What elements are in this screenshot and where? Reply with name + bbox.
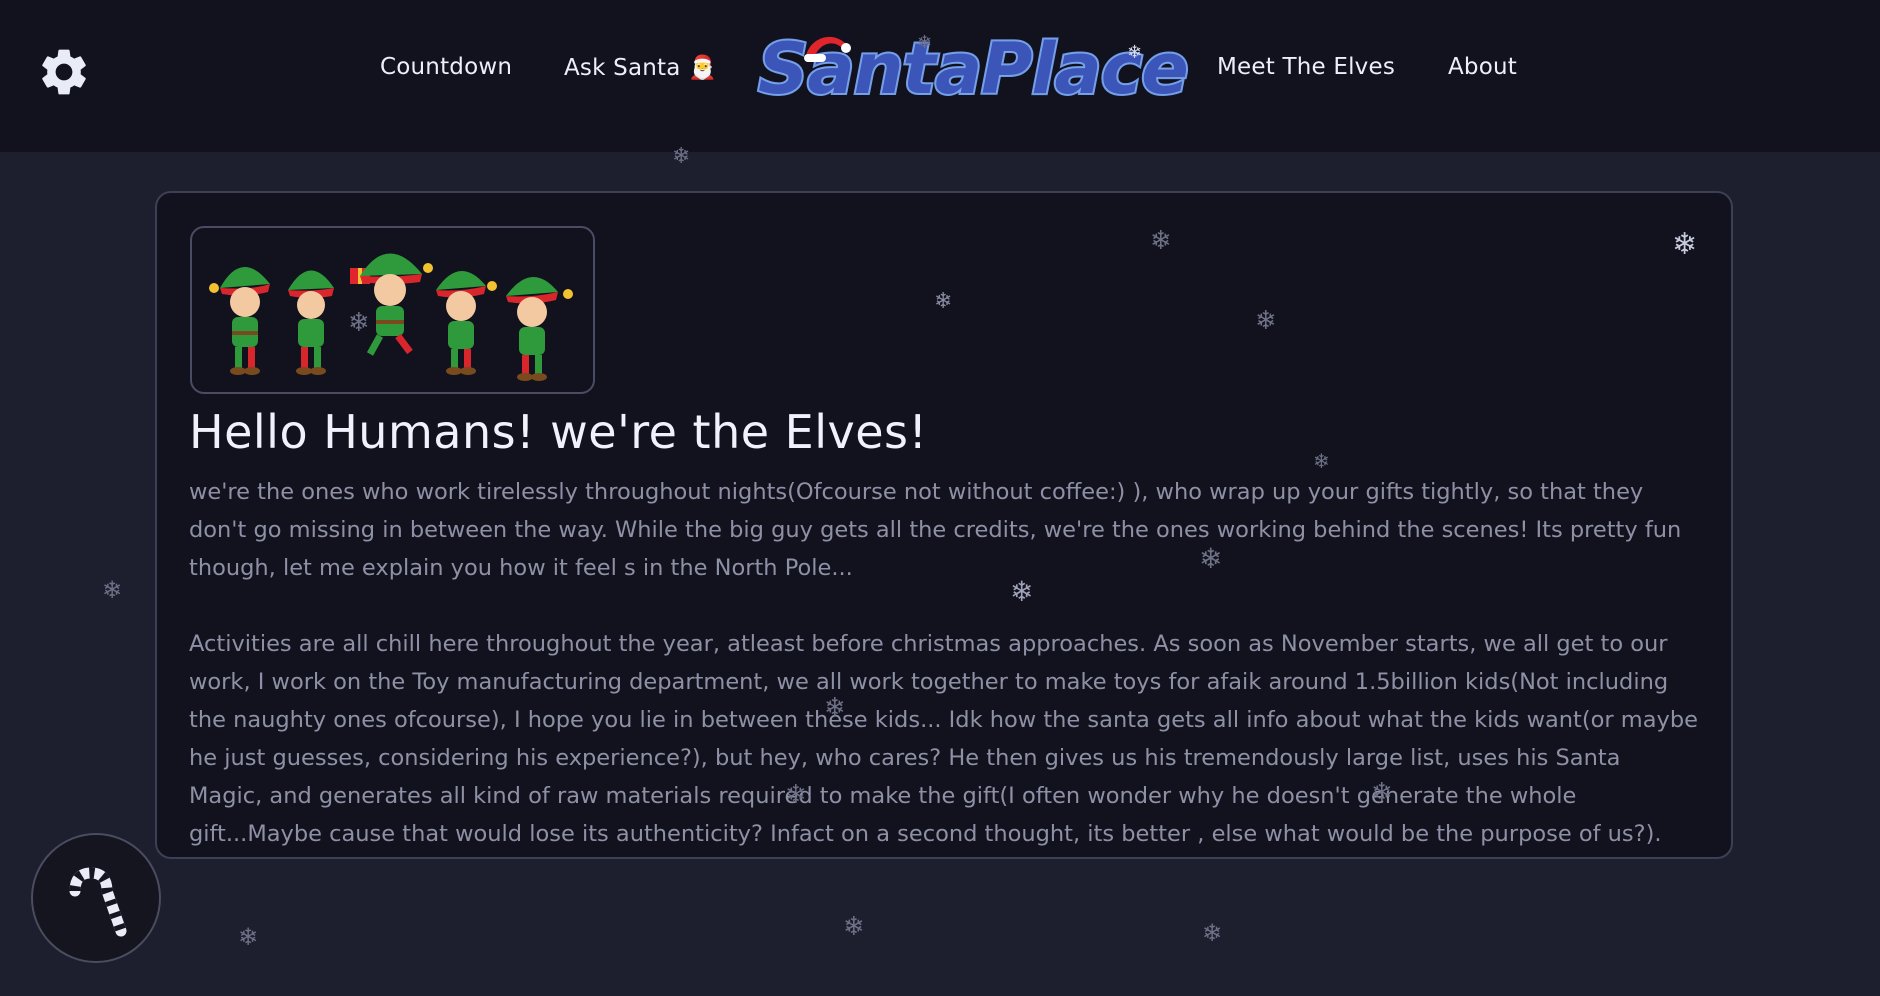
nav-link-countdown[interactable]: Countdown <box>380 54 512 80</box>
snowflake-icon: ❄ <box>102 576 123 604</box>
nav-link-meet-the-elves[interactable]: Meet The Elves <box>1217 54 1395 80</box>
snowflake-icon: ❄ <box>1150 226 1172 256</box>
snowflake-icon: ❄ <box>785 780 807 810</box>
elf-2 <box>288 270 334 375</box>
snowflake-icon: ❄ <box>1371 778 1393 808</box>
nav-link-about[interactable]: About <box>1448 54 1517 80</box>
elf-1 <box>209 266 270 375</box>
gear-icon[interactable] <box>36 44 92 100</box>
santa-hat-icon <box>804 36 851 62</box>
intro-paragraph: we're the ones who work tirelessly throu… <box>189 479 1682 581</box>
nav-link-ask-santa[interactable]: Ask Santa 🎅 <box>564 54 717 81</box>
snowflake-icon: ❄ <box>1127 42 1143 63</box>
elf-4 <box>436 270 497 375</box>
snowflake-icon: ❄ <box>1255 306 1277 336</box>
elf-3 <box>350 253 433 356</box>
page-heading: Hello Humans! we're the Elves! <box>189 405 928 459</box>
snowflake-icon: ❄ <box>934 289 953 314</box>
activities-paragraph: Activities are all chill here throughout… <box>189 631 1698 847</box>
elves-image <box>190 226 595 394</box>
snowflake-icon: ❄ <box>1199 542 1223 575</box>
snowflake-icon: ❄ <box>672 144 691 169</box>
snowflake-icon: ❄ <box>1010 575 1034 608</box>
snowflake-icon: ❄ <box>1202 919 1223 947</box>
snowflake-icon: ❄ <box>238 923 259 951</box>
snowflake-icon: ❄ <box>348 308 370 338</box>
candy-cane-button[interactable] <box>31 833 161 963</box>
snowflake-icon: ❄ <box>1672 227 1698 262</box>
candy-cane-icon <box>69 867 127 937</box>
navbar: Countdown Ask Santa 🎅 SantaPlace Meet Th… <box>0 0 1880 152</box>
snowflake-icon: ❄ <box>824 693 846 723</box>
snowflake-icon: ❄ <box>843 912 865 942</box>
elf-5 <box>506 276 573 381</box>
snowflake-icon: ❄ <box>1313 449 1330 473</box>
santaplace-logo[interactable]: SantaPlace <box>744 24 1191 116</box>
snowflake-icon: ❄ <box>917 32 933 53</box>
elves-illustration <box>209 253 573 381</box>
